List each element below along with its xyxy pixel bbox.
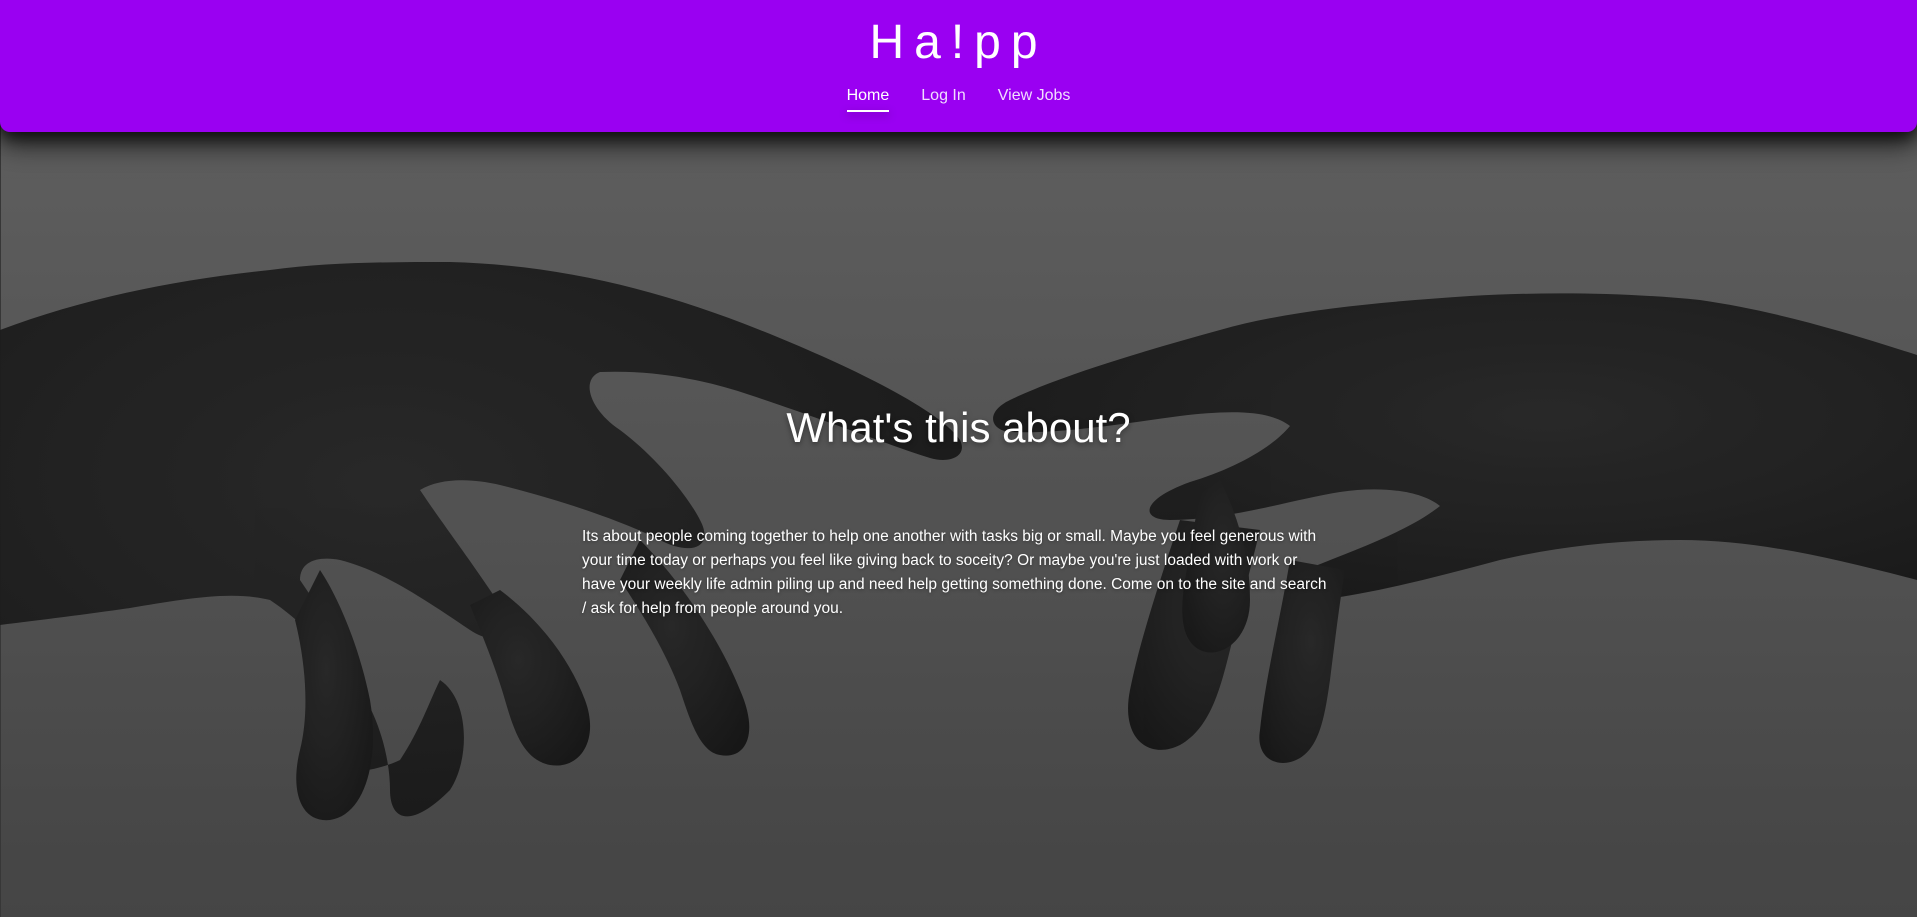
nav-home-link[interactable]: Home xyxy=(846,84,889,112)
nav-login-link[interactable]: Log In xyxy=(921,84,965,112)
brand-logo[interactable]: Ha!pp xyxy=(0,14,1917,72)
page-title: What's this about? xyxy=(786,404,1131,451)
hero-section: What's this about? Its about people comi… xyxy=(0,0,1917,917)
about-description: Its about people coming together to help… xyxy=(582,528,1327,617)
main-navigation: Home Log In View Jobs xyxy=(0,84,1917,112)
nav-view-jobs-link[interactable]: View Jobs xyxy=(998,84,1071,112)
page: Ha!pp Home Log In View Jobs What's this … xyxy=(0,0,1917,917)
top-navigation-bar: Ha!pp Home Log In View Jobs xyxy=(0,0,1917,132)
